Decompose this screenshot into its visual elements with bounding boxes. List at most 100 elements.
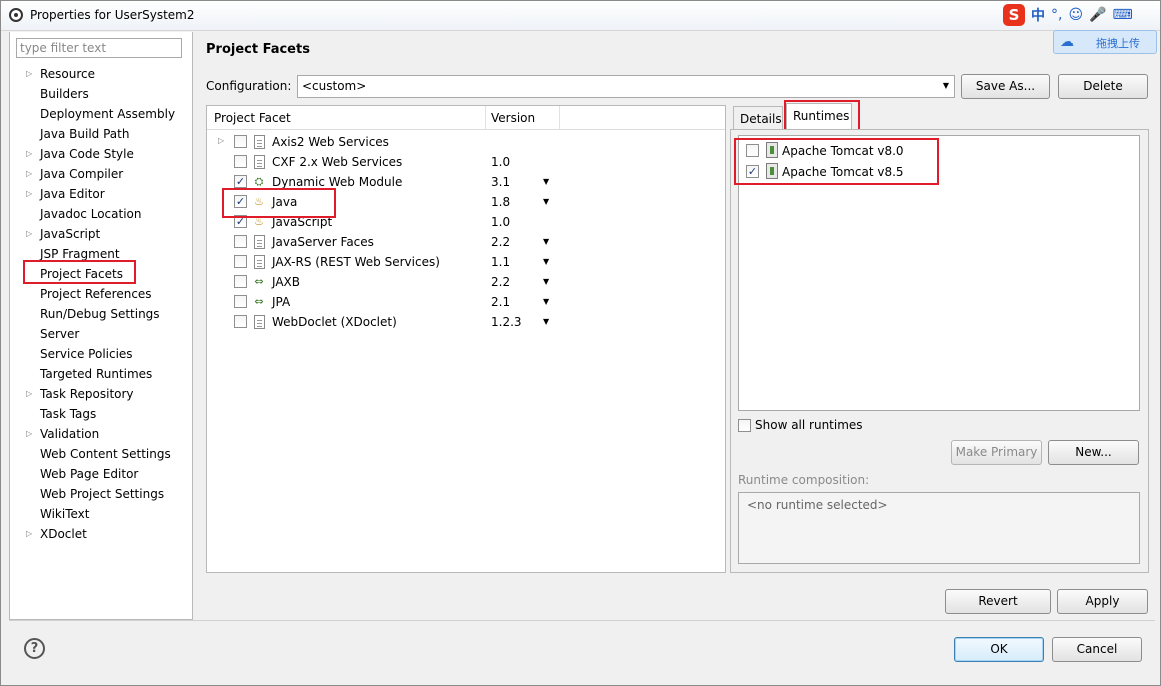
facet-version[interactable]: 2.2 <box>491 275 510 289</box>
sidebar-item-label: Web Page Editor <box>40 467 139 481</box>
facet-row[interactable]: WebDoclet (XDoclet) 1.2.3 ▼ <box>207 312 725 332</box>
facet-version[interactable]: 2.2 <box>491 235 510 249</box>
cancel-button[interactable]: Cancel <box>1052 637 1142 662</box>
version-dropdown-icon[interactable]: ▼ <box>543 277 549 286</box>
version-dropdown-icon[interactable]: ▼ <box>543 257 549 266</box>
sidebar-item-label: Web Content Settings <box>40 447 171 461</box>
facet-checkbox[interactable] <box>234 275 247 288</box>
save-as-button[interactable]: Save As... <box>961 74 1050 99</box>
version-dropdown-icon[interactable]: ▼ <box>543 177 549 186</box>
delete-button[interactable]: Delete <box>1058 74 1148 99</box>
help-icon[interactable]: ? <box>24 638 45 659</box>
facet-version[interactable]: 1.0 <box>491 215 510 229</box>
sidebar-item[interactable]: Javadoc Location <box>10 204 192 224</box>
sidebar-item[interactable]: ▷ Resource <box>10 64 192 84</box>
ime-lang-toggle[interactable]: 中 <box>1031 5 1045 25</box>
expand-triangle-icon[interactable]: ▷ <box>26 184 32 204</box>
version-dropdown-icon[interactable]: ▼ <box>543 297 549 306</box>
version-dropdown-icon[interactable]: ▼ <box>543 237 549 246</box>
sidebar-item[interactable]: ▷ Task Repository <box>10 384 192 404</box>
facet-version[interactable]: 1.0 <box>491 155 510 169</box>
expand-triangle-icon[interactable]: ▷ <box>26 524 32 544</box>
column-divider[interactable] <box>559 106 560 130</box>
facet-row[interactable]: JavaServer Faces 2.2 ▼ <box>207 232 725 252</box>
sidebar-item-label: WikiText <box>40 507 90 521</box>
sidebar-item[interactable]: ▷ Java Editor <box>10 184 192 204</box>
runtime-composition-box: <no runtime selected> <box>738 492 1140 564</box>
sidebar-item-label: Resource <box>40 67 96 81</box>
emoji-icon[interactable]: ☺ <box>1068 7 1083 23</box>
facet-checkbox[interactable] <box>234 155 247 168</box>
facet-version[interactable]: 2.1 <box>491 295 510 309</box>
expand-triangle-icon[interactable]: ▷ <box>26 384 32 404</box>
sidebar-item[interactable]: Java Build Path <box>10 124 192 144</box>
new-runtime-button[interactable]: New... <box>1048 440 1139 465</box>
sidebar-item[interactable]: ▷ Validation <box>10 424 192 444</box>
sidebar-item[interactable]: Builders <box>10 84 192 104</box>
sogou-logo-icon[interactable]: S <box>1003 4 1025 26</box>
column-header-facet[interactable]: Project Facet <box>214 111 291 125</box>
revert-button[interactable]: Revert <box>945 589 1051 614</box>
make-primary-button[interactable]: Make Primary <box>951 440 1042 465</box>
show-all-checkbox[interactable] <box>738 419 751 432</box>
facet-row[interactable]: JAX-RS (REST Web Services) 1.1 ▼ <box>207 252 725 272</box>
sidebar-item[interactable]: Run/Debug Settings <box>10 304 192 324</box>
sidebar-item[interactable]: ▷ Java Compiler <box>10 164 192 184</box>
filter-input[interactable]: type filter text <box>16 38 182 58</box>
configuration-select[interactable]: <custom> ▼ <box>297 75 955 98</box>
sidebar-item[interactable]: Task Tags <box>10 404 192 424</box>
microphone-icon[interactable]: 🎤 <box>1089 7 1106 23</box>
ok-button[interactable]: OK <box>954 637 1044 662</box>
expand-triangle-icon[interactable]: ▷ <box>26 144 32 164</box>
cloud-icon: ☁ <box>1060 34 1074 50</box>
sidebar-item[interactable]: Server <box>10 324 192 344</box>
tab-details[interactable]: Details <box>733 106 783 130</box>
sidebar-item-label: Java Code Style <box>40 147 134 161</box>
facet-version[interactable]: 1.1 <box>491 255 510 269</box>
sidebar-item[interactable]: Web Project Settings <box>10 484 192 504</box>
sidebar-item[interactable]: ▷ JavaScript <box>10 224 192 244</box>
window-title: Properties for UserSystem2 <box>30 8 195 22</box>
sidebar-item[interactable]: ▷ Java Code Style <box>10 144 192 164</box>
transform-arrows-icon: ⇔ <box>254 295 264 308</box>
expand-triangle-icon[interactable]: ▷ <box>26 164 32 184</box>
facet-version[interactable]: 1.2.3 <box>491 315 522 329</box>
version-dropdown-icon[interactable]: ▼ <box>543 197 549 206</box>
sidebar-item[interactable]: Web Content Settings <box>10 444 192 464</box>
sidebar-item[interactable]: Service Policies <box>10 344 192 364</box>
facet-row[interactable]: ⇔ JPA 2.1 ▼ <box>207 292 725 312</box>
sidebar-item[interactable]: Project References <box>10 284 192 304</box>
sidebar-item-label: Task Repository <box>40 387 134 401</box>
facet-checkbox[interactable] <box>234 235 247 248</box>
facet-checkbox[interactable] <box>234 135 247 148</box>
sidebar-item[interactable]: Web Page Editor <box>10 464 192 484</box>
column-header-version[interactable]: Version <box>491 111 535 125</box>
facet-page-icon <box>254 315 265 329</box>
baidu-upload-widget[interactable]: ☁ 拖拽上传 <box>1053 30 1157 54</box>
column-divider[interactable] <box>485 106 486 130</box>
facet-row[interactable]: ⇔ JAXB 2.2 ▼ <box>207 272 725 292</box>
expand-triangle-icon[interactable]: ▷ <box>218 136 224 145</box>
facet-row[interactable]: CXF 2.x Web Services 1.0 <box>207 152 725 172</box>
facet-checkbox[interactable] <box>234 315 247 328</box>
sidebar-item-label: Server <box>40 327 80 341</box>
keyboard-icon[interactable]: ⌨ <box>1113 7 1133 23</box>
sidebar-item[interactable]: WikiText <box>10 504 192 524</box>
facet-version[interactable]: 3.1 <box>491 175 510 189</box>
facet-row[interactable]: ▷ Axis2 Web Services <box>207 132 725 152</box>
expand-triangle-icon[interactable]: ▷ <box>26 424 32 444</box>
ime-punct-toggle[interactable]: °, <box>1051 7 1062 23</box>
facet-name: CXF 2.x Web Services <box>272 155 403 169</box>
sidebar-item[interactable]: ▷ XDoclet <box>10 524 192 544</box>
version-dropdown-icon[interactable]: ▼ <box>543 317 549 326</box>
sidebar-item[interactable]: Deployment Assembly <box>10 104 192 124</box>
expand-triangle-icon[interactable]: ▷ <box>26 224 32 244</box>
facet-checkbox[interactable] <box>234 255 247 268</box>
expand-triangle-icon[interactable]: ▷ <box>26 64 32 84</box>
apply-button[interactable]: Apply <box>1057 589 1148 614</box>
facet-checkbox[interactable] <box>234 295 247 308</box>
facet-name: WebDoclet (XDoclet) <box>272 315 397 329</box>
facet-checkbox[interactable]: ✓ <box>234 175 247 188</box>
sidebar-item[interactable]: Targeted Runtimes <box>10 364 192 384</box>
facet-version[interactable]: 1.8 <box>491 195 510 209</box>
